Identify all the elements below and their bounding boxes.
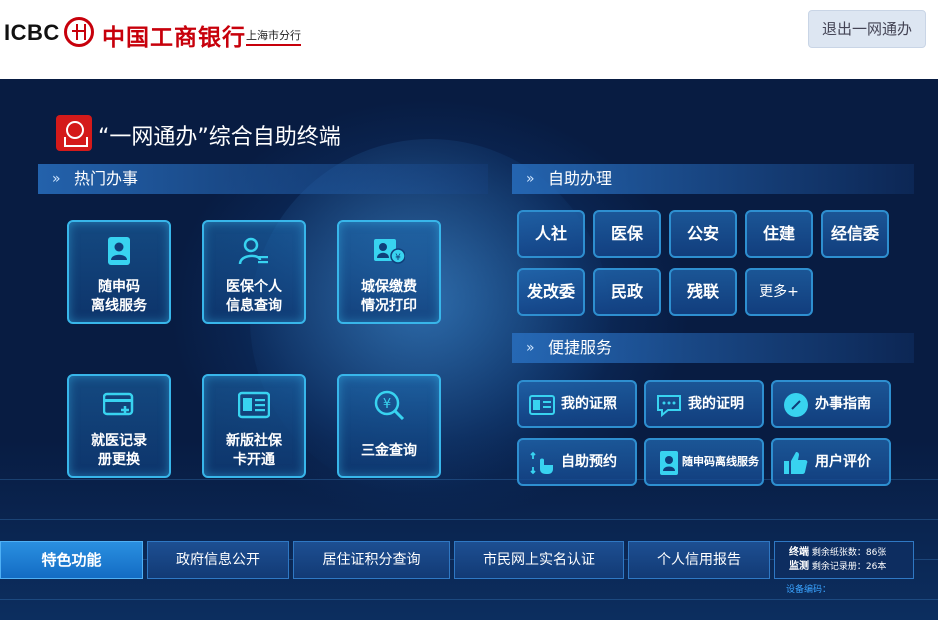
dept-renshe[interactable]: 人社	[517, 210, 585, 258]
dept-jingxinwei[interactable]: 经信委	[821, 210, 889, 258]
yen-search-icon: ¥	[374, 390, 405, 420]
tab-featured[interactable]: 特色功能	[0, 541, 143, 579]
svc-label: 随申码离线服务	[682, 455, 759, 468]
svc-guide[interactable]: 办事指南	[771, 380, 891, 428]
dept-fagaiwei[interactable]: 发改委	[517, 268, 585, 316]
self-section-title: 自助办理	[548, 169, 613, 188]
device-code-label: 设备编码：	[786, 585, 832, 595]
double-chevron-icon: »	[526, 171, 535, 187]
id-card-icon	[108, 237, 130, 265]
svc-appointment[interactable]: 自助预约	[517, 438, 637, 486]
hot-item-insurance-print[interactable]: ¥ 城保缴费 情况打印	[337, 220, 441, 324]
svc-label: 自助预约	[561, 454, 617, 470]
svc-label: 我的证明	[688, 396, 744, 412]
person-info-icon	[238, 237, 268, 265]
exit-button[interactable]: 退出一网通办	[808, 10, 926, 48]
tab-credit-report[interactable]: 个人信用报告	[628, 541, 770, 579]
dept-yibao[interactable]: 医保	[593, 210, 661, 258]
hot-item-label: 三金查询	[361, 443, 417, 459]
hot-item-label: 医保个人 信息查询	[226, 279, 282, 314]
hot-item-three-funds[interactable]: ¥ 三金查询	[337, 374, 441, 478]
id-card-lines-icon	[238, 391, 270, 419]
svc-label: 用户评价	[815, 454, 871, 470]
status-key: 监测	[789, 561, 809, 572]
svc-user-rating[interactable]: 用户评价	[771, 438, 891, 486]
hot-section-header: » 热门办事	[38, 164, 488, 194]
touch-hand-icon	[530, 451, 553, 475]
icbc-logo-icon	[64, 17, 94, 47]
hot-item-label: 新版社保 卡开通	[226, 433, 282, 468]
dept-canlian[interactable]: 残联	[669, 268, 737, 316]
svg-text:¥: ¥	[395, 253, 401, 263]
hot-item-medical-info[interactable]: 医保个人 信息查询	[202, 220, 306, 324]
icbc-logo-text: ICBC	[4, 20, 60, 45]
id-card-icon	[660, 451, 678, 475]
svc-my-proof[interactable]: 我的证明	[644, 380, 764, 428]
hot-section-title: 热门办事	[74, 169, 139, 188]
svg-text:¥: ¥	[383, 397, 391, 412]
compass-icon	[784, 393, 808, 417]
thumbs-up-icon	[784, 452, 808, 474]
terminal-status-panel: 终端 剩余纸张数：86张 监测 剩余记录册：26本	[774, 541, 914, 579]
svc-label: 办事指南	[815, 396, 871, 412]
card-plus-icon	[103, 392, 134, 416]
svc-label: 我的证照	[561, 396, 617, 412]
hot-item-label: 城保缴费 情况打印	[361, 279, 417, 314]
tab-realname-auth[interactable]: 市民网上实名认证	[454, 541, 624, 579]
status-line-paper: 终端 剩余纸张数：86张	[789, 546, 913, 560]
chat-bubble-icon	[657, 395, 681, 418]
bank-name: 中国工商银行	[102, 25, 246, 51]
hot-item-medical-record[interactable]: 就医记录 册更换	[67, 374, 171, 478]
hot-item-label: 就医记录 册更换	[91, 433, 147, 468]
dept-zhujian[interactable]: 住建	[745, 210, 813, 258]
svc-my-license[interactable]: 我的证照	[517, 380, 637, 428]
status-key: 终端	[789, 547, 809, 558]
double-chevron-icon: »	[526, 340, 535, 356]
branch-name: 上海市分行	[246, 27, 301, 46]
hot-item-suishenma[interactable]: 随申码 离线服务	[67, 220, 171, 324]
svc-suishenma-offline[interactable]: 随申码离线服务	[644, 438, 764, 486]
terminal-title: “一网通办”综合自助终端	[98, 125, 341, 150]
tab-residence-points[interactable]: 居住证积分查询	[293, 541, 450, 579]
quick-section-header: » 便捷服务	[512, 333, 914, 363]
top-bar: ICBC 中国工商银行 上海市分行 退出一网通办	[0, 0, 938, 78]
double-chevron-icon: »	[52, 171, 61, 187]
payment-card-icon: ¥	[374, 239, 405, 264]
hot-item-label: 随申码 离线服务	[91, 279, 147, 314]
dept-more-button[interactable]: 更多+	[745, 268, 813, 316]
license-icon	[529, 395, 555, 415]
records-remaining: 剩余记录册：26本	[811, 562, 887, 572]
tab-gov-info[interactable]: 政府信息公开	[147, 541, 289, 579]
terminal-logo-icon	[56, 115, 92, 151]
self-section-header: » 自助办理	[512, 164, 914, 194]
dept-minzheng[interactable]: 民政	[593, 268, 661, 316]
bottom-tab-bar: 特色功能 政府信息公开 居住证积分查询 市民网上实名认证 个人信用报告 终端 剩…	[0, 539, 938, 581]
paper-remaining: 剩余纸张数：86张	[811, 548, 887, 558]
hot-item-social-card[interactable]: 新版社保 卡开通	[202, 374, 306, 478]
kiosk-main-panel: “一网通办”综合自助终端 » 热门办事 随申码 离线服务 医保个人 信息查询 ¥…	[0, 79, 938, 620]
quick-section-title: 便捷服务	[548, 338, 613, 357]
status-line-records: 监测 剩余记录册：26本	[789, 560, 913, 574]
dept-gongan[interactable]: 公安	[669, 210, 737, 258]
